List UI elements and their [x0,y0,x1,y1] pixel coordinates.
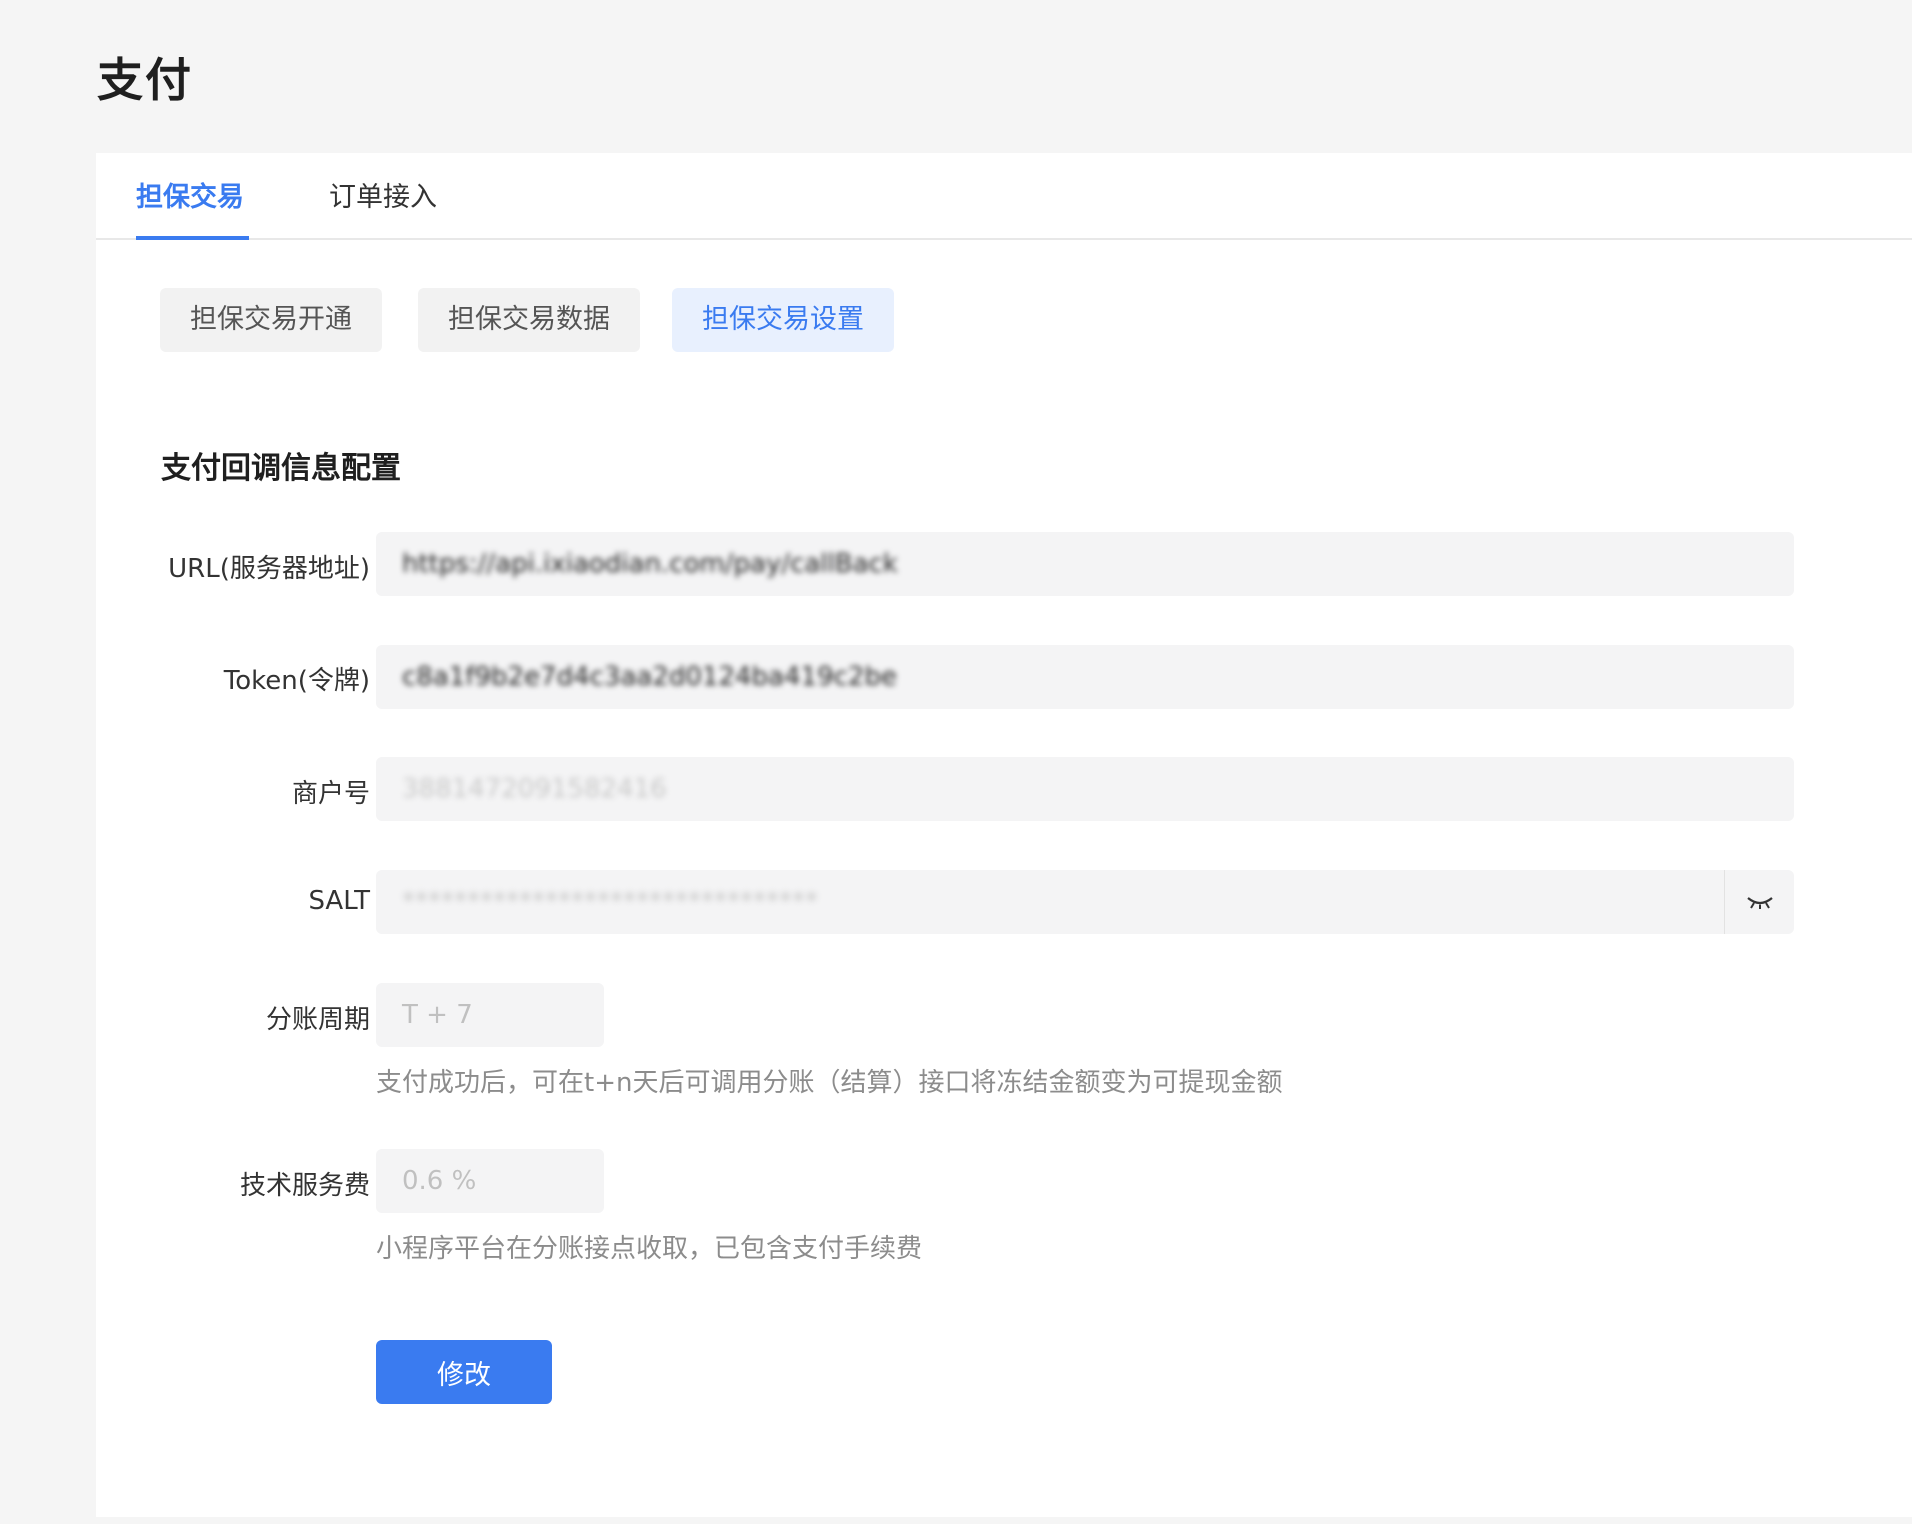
token-value: c8a1f9b2e7d4c3aa2d0124ba419c2be [402,662,897,692]
token-field[interactable]: c8a1f9b2e7d4c3aa2d0124ba419c2be [376,645,1794,709]
fee-label: 技术服务费 [239,1171,370,1201]
active-tab-indicator [136,236,249,240]
eye-closed-icon[interactable] [1724,870,1794,934]
token-label: Token(令牌) [223,666,370,696]
tab-order-integration[interactable]: 订单接入 [329,175,437,240]
subtab-guarantee-settings[interactable]: 担保交易设置 [672,288,894,352]
page-title: 支付 [97,53,193,107]
salt-value: ******************************** [402,887,818,917]
subtab-guarantee-data[interactable]: 担保交易数据 [418,288,640,352]
cycle-label: 分账周期 [265,1005,370,1035]
salt-label: SALT [308,886,370,916]
merchant-value: 3881472091582416 [402,774,667,804]
url-value: https://api.ixiaodian.com/pay/callBack [402,549,898,579]
url-label: URL(服务器地址) [168,554,370,584]
merchant-label: 商户号 [291,779,370,809]
section-title: 支付回调信息配置 [161,451,401,486]
tab-guarantee-trade[interactable]: 担保交易 [136,175,244,240]
content-card: 担保交易 订单接入 担保交易开通 担保交易数据 担保交易设置 支付回调信息配置 … [96,153,1912,1517]
url-field[interactable]: https://api.ixiaodian.com/pay/callBack [376,532,1794,596]
subtab-guarantee-open[interactable]: 担保交易开通 [160,288,382,352]
salt-field[interactable]: ******************************** [376,870,1794,934]
cycle-field: T + 7 [376,983,604,1047]
merchant-field[interactable]: 3881472091582416 [376,757,1794,821]
cycle-hint: 支付成功后，可在t+n天后可调用分账（结算）接口将冻结金额变为可提现金额 [376,1068,1283,1098]
fee-hint: 小程序平台在分账接点收取，已包含支付手续费 [376,1234,923,1264]
fee-field: 0.6 % [376,1149,604,1213]
modify-button[interactable]: 修改 [376,1340,552,1404]
main-tabs: 担保交易 订单接入 [96,153,1912,240]
